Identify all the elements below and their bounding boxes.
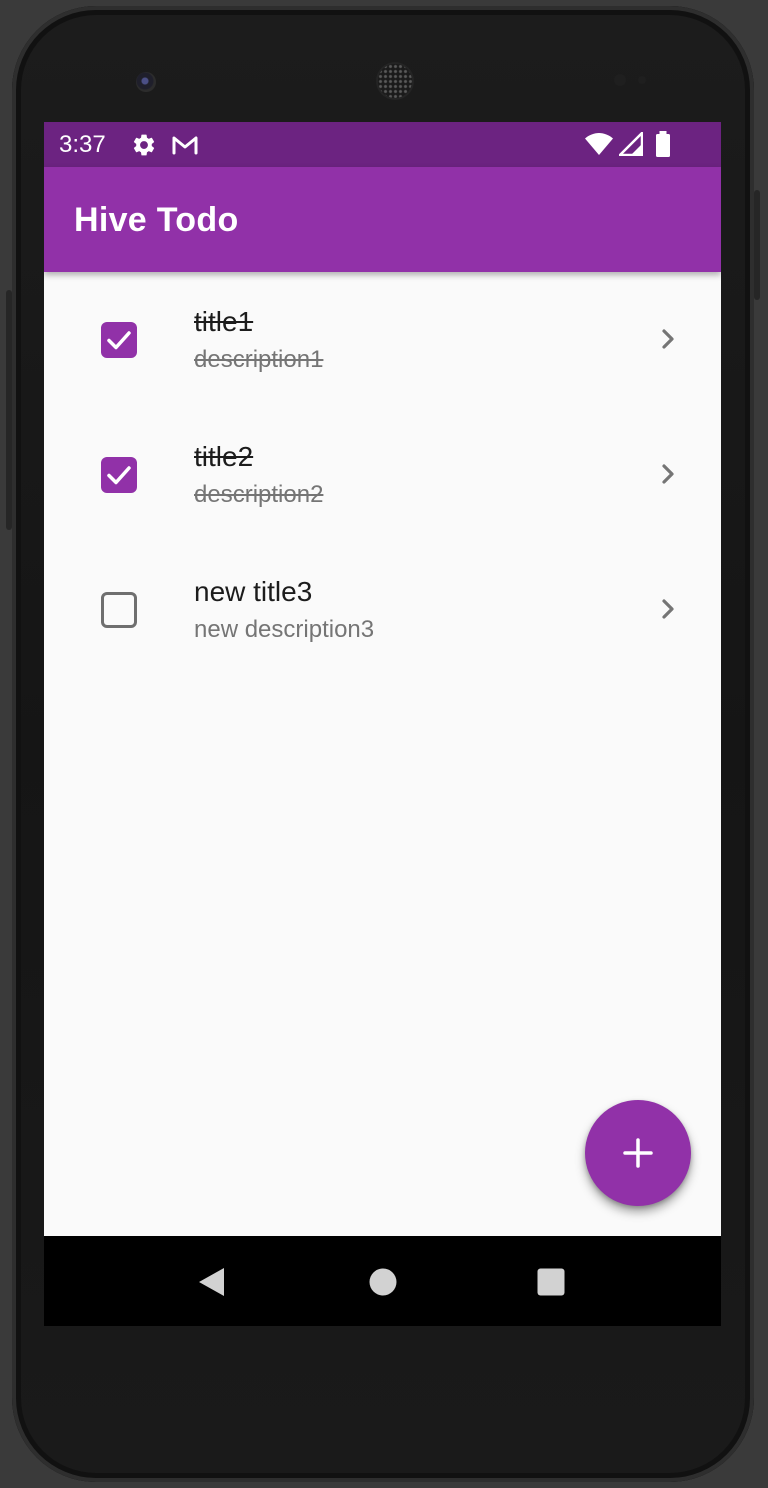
todo-title: title1 bbox=[194, 306, 254, 337]
todo-description: new description3 bbox=[194, 616, 375, 643]
back-icon[interactable] bbox=[196, 1266, 226, 1303]
battery-icon bbox=[655, 131, 671, 157]
gmail-icon bbox=[171, 134, 199, 156]
recents-icon[interactable] bbox=[536, 1266, 566, 1303]
chevron-right-icon[interactable] bbox=[654, 460, 682, 493]
device-screen: 3:37 Hive Todo title1 description1 title… bbox=[44, 122, 721, 1326]
todo-title: new title3 bbox=[194, 576, 313, 607]
todo-checkbox-checked[interactable] bbox=[101, 322, 137, 358]
chevron-right-icon[interactable] bbox=[654, 325, 682, 358]
todo-title: title2 bbox=[194, 441, 254, 472]
plus-icon bbox=[623, 1138, 653, 1168]
check-icon bbox=[107, 331, 131, 350]
front-camera bbox=[136, 72, 156, 92]
wifi-icon bbox=[585, 132, 613, 156]
proximity-sensor bbox=[614, 74, 626, 86]
home-icon[interactable] bbox=[368, 1266, 398, 1303]
chevron-right-icon[interactable] bbox=[654, 595, 682, 628]
app-title: Hive Todo bbox=[74, 201, 239, 239]
todo-checkbox-checked[interactable] bbox=[101, 457, 137, 493]
todo-item-3[interactable]: new title3 new description3 bbox=[44, 542, 721, 677]
light-sensor bbox=[638, 76, 646, 84]
todo-checkbox-unchecked[interactable] bbox=[101, 592, 137, 628]
status-time: 3:37 bbox=[59, 130, 106, 158]
app-bar: Hive Todo bbox=[44, 167, 721, 272]
todo-list: title1 description1 title2 description2 … bbox=[44, 272, 721, 1236]
todo-item-2[interactable]: title2 description2 bbox=[44, 407, 721, 542]
earpiece-speaker bbox=[378, 64, 412, 98]
navigation-bar bbox=[44, 1236, 721, 1326]
check-icon bbox=[107, 466, 131, 485]
power-button bbox=[754, 190, 760, 300]
signal-icon bbox=[619, 132, 643, 156]
todo-description: description2 bbox=[194, 481, 324, 508]
todo-description: description1 bbox=[194, 346, 324, 373]
todo-item-1[interactable]: title1 description1 bbox=[44, 272, 721, 407]
volume-button bbox=[6, 290, 12, 530]
add-todo-button[interactable] bbox=[585, 1100, 691, 1206]
gear-icon bbox=[131, 132, 157, 158]
status-bar: 3:37 bbox=[44, 122, 721, 167]
